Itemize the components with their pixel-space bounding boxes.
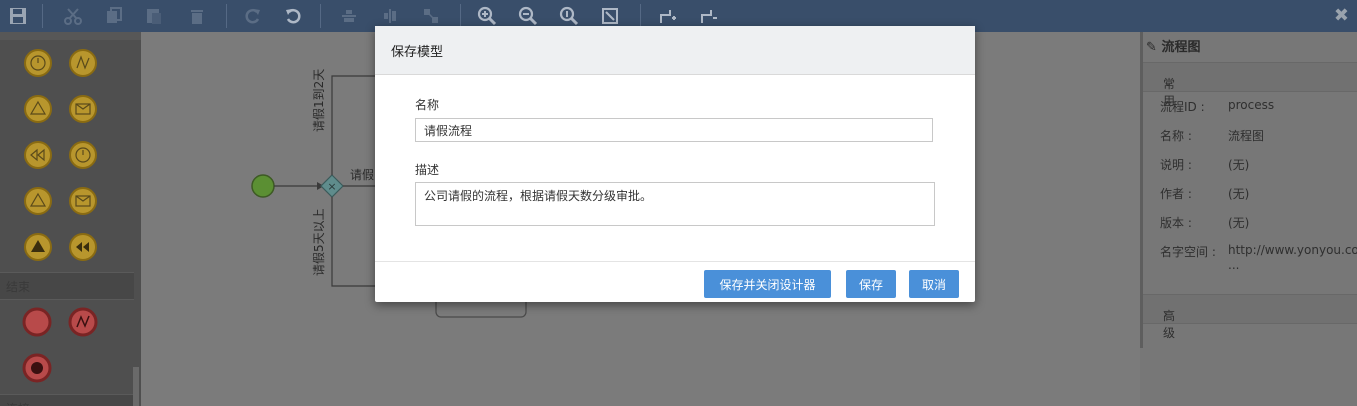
branch-label-top: 请假1到2天	[312, 68, 326, 132]
task-label-partial: 请假	[350, 168, 375, 182]
copy-icon[interactable]	[101, 3, 127, 29]
error-end-event-icon[interactable]	[68, 307, 98, 337]
escalation-event-icon-2[interactable]	[23, 186, 53, 216]
message-event-icon[interactable]	[68, 94, 98, 124]
cut-icon[interactable]	[60, 3, 86, 29]
timer-event-icon[interactable]	[23, 48, 53, 78]
undo-icon[interactable]	[280, 3, 306, 29]
save-and-close-button[interactable]: 保存并关闭设计器	[704, 270, 831, 298]
save-model-dialog: 保存模型 名称 描述 公司请假的流程，根据请假天数分级审批。 保存并关闭设计器 …	[375, 26, 975, 302]
shape-palette: 结束 连接	[0, 32, 141, 406]
description-textarea[interactable]: 公司请假的流程，根据请假天数分级审批。	[415, 182, 935, 226]
prop-value[interactable]: (无)	[1228, 214, 1249, 231]
prop-key: 流程ID :	[1160, 100, 1205, 114]
sequence-flow-top[interactable]	[331, 75, 381, 175]
prop-value-ellipsis: ...	[1228, 258, 1240, 272]
prop-key: 说明 :	[1160, 158, 1192, 172]
prop-value[interactable]: 流程图	[1228, 127, 1264, 144]
align-vertical-icon[interactable]	[336, 3, 362, 29]
escalation-throw-event-icon[interactable]	[23, 232, 53, 262]
compensation-throw-event-icon[interactable]	[68, 232, 98, 262]
delete-icon[interactable]	[184, 3, 210, 29]
end-event-icon[interactable]	[22, 307, 52, 337]
escalation-event-icon[interactable]	[23, 94, 53, 124]
group-advanced-label: 高级	[1163, 309, 1176, 340]
redo-icon[interactable]	[240, 3, 266, 29]
palette-section-connection[interactable]: 连接	[0, 394, 134, 406]
prop-value[interactable]: (无)	[1228, 156, 1249, 173]
prop-key: 名称 :	[1160, 129, 1192, 143]
palette-section-connection-label: 连接	[6, 400, 30, 406]
sequence-flow-bottom[interactable]	[331, 197, 381, 287]
signal-event-icon[interactable]	[68, 48, 98, 78]
branch-label-bottom: 请假5天以上	[312, 208, 326, 276]
save-button[interactable]: 保存	[846, 270, 896, 298]
palette-section-end[interactable]: 结束	[0, 272, 134, 300]
close-icon[interactable]: ✖	[1334, 5, 1349, 26]
prop-key: 名字空间 :	[1160, 245, 1216, 259]
timer-event-icon-2[interactable]	[68, 140, 98, 170]
name-input[interactable]	[415, 118, 933, 142]
prop-value[interactable]: (无)	[1228, 185, 1249, 202]
palette-section-end-label: 结束	[6, 280, 31, 294]
terminate-end-event-icon[interactable]	[22, 353, 52, 383]
properties-header: ✎ 流程图	[1146, 36, 1200, 55]
properties-title: 流程图	[1161, 40, 1201, 55]
save-icon[interactable]	[5, 3, 31, 29]
group-common[interactable]: ⌄ 常用	[1143, 62, 1357, 108]
description-label: 描述	[415, 163, 440, 177]
group-advanced[interactable]: › 高级	[1143, 294, 1357, 340]
properties-panel: ✎ 流程图 ⌄ 常用 流程ID : process 名称 : 流程图 说明 : …	[1140, 32, 1357, 406]
name-label: 名称	[415, 98, 440, 112]
svg-text:×: ×	[327, 180, 336, 193]
prop-value[interactable]: process	[1228, 98, 1274, 112]
dialog-title: 保存模型	[391, 45, 444, 60]
paste-icon[interactable]	[141, 3, 167, 29]
palette-scrollbar[interactable]	[133, 367, 139, 406]
prop-key: 作者 :	[1160, 187, 1192, 201]
dialog-header: 保存模型	[375, 26, 975, 75]
prop-value[interactable]: http://www.yonyou.co	[1228, 243, 1357, 257]
dialog-footer: 保存并关闭设计器 保存 取消	[375, 261, 975, 303]
cancel-button[interactable]: 取消	[909, 270, 959, 298]
compensation-event-icon[interactable]	[23, 140, 53, 170]
start-event[interactable]	[251, 174, 275, 198]
message-event-icon-2[interactable]	[68, 186, 98, 216]
pencil-icon: ✎	[1146, 40, 1157, 55]
prop-key: 版本 :	[1160, 216, 1192, 230]
